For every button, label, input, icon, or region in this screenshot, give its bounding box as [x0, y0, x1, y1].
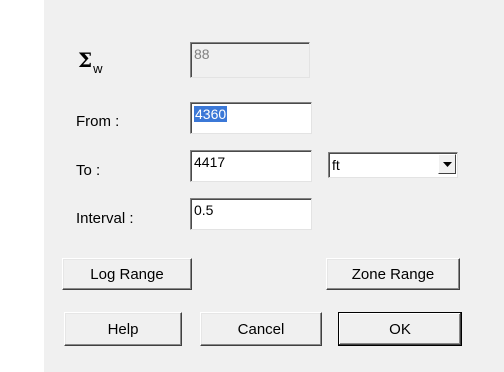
chevron-down-icon [442, 161, 452, 167]
sigma-subscript: w [93, 61, 103, 76]
units-selected-value: ft [332, 157, 340, 173]
from-value: 4360 [194, 106, 228, 122]
from-label: From : [76, 113, 120, 130]
units-select[interactable]: ft [328, 152, 458, 178]
to-input[interactable]: 4417 [190, 150, 312, 182]
sigma-w-value: 88 [194, 46, 210, 62]
to-label: To : [76, 162, 101, 179]
to-value: 4417 [194, 154, 226, 170]
from-input[interactable]: 4360 [190, 102, 312, 134]
sigma-w-field: 88 [190, 42, 310, 78]
log-range-button[interactable]: Log Range [62, 258, 192, 290]
sigma-w-label: Σw [78, 48, 103, 76]
cancel-button[interactable]: Cancel [200, 312, 322, 346]
help-button[interactable]: Help [64, 312, 182, 346]
ok-button[interactable]: OK [338, 312, 462, 346]
interval-value: 0.5 [194, 202, 214, 218]
interval-label: Interval : [76, 210, 134, 227]
dialog-window: Σw 88 From : 4360 To : 4417 ft Interval … [0, 0, 504, 372]
zone-range-button[interactable]: Zone Range [326, 258, 460, 290]
units-dropdown-button[interactable] [438, 154, 456, 174]
sigma-symbol: Σ [78, 48, 93, 72]
interval-input[interactable]: 0.5 [190, 198, 312, 230]
